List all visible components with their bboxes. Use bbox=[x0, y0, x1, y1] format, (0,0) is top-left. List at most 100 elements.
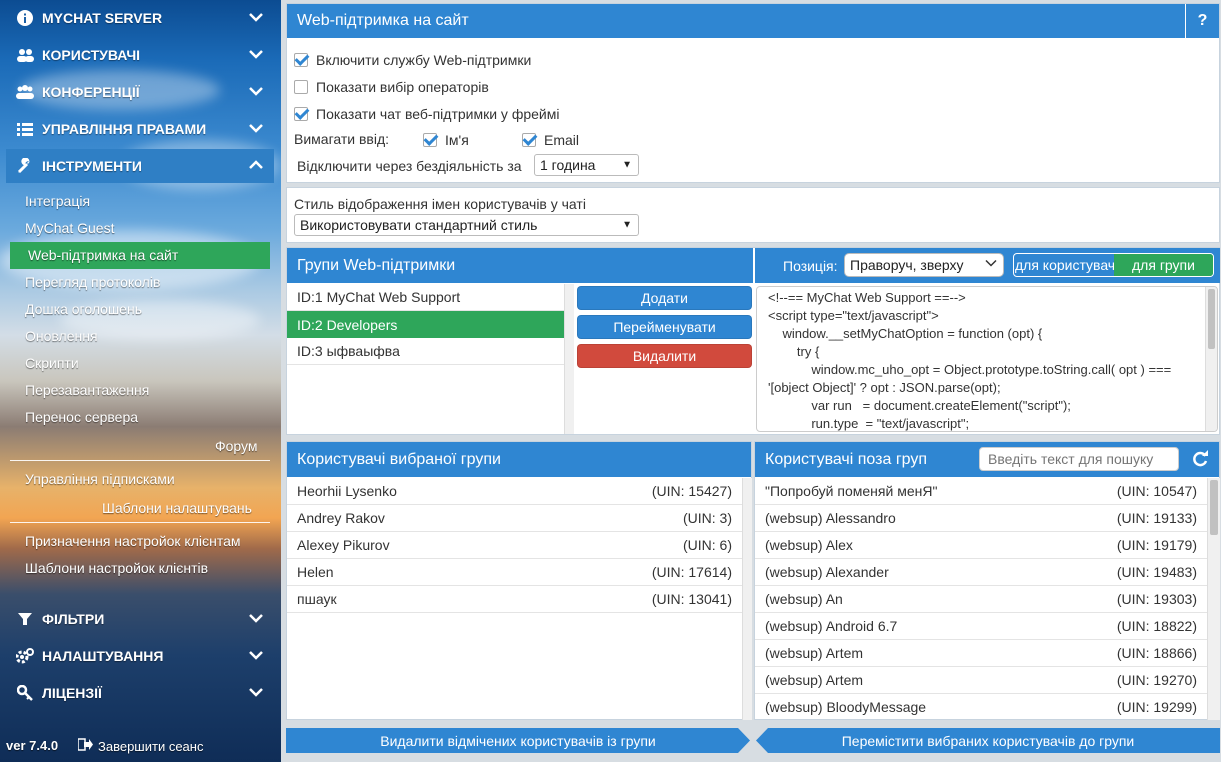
web-support-panel: Web-підтримка на сайт ? Включити службу … bbox=[286, 3, 1220, 183]
divider bbox=[10, 522, 270, 523]
require-name-row[interactable]: Ім'я bbox=[423, 132, 469, 148]
code-line: window.__setMyChatOption = function (opt… bbox=[768, 326, 1043, 341]
sidebar-item-board[interactable]: Дошка оголошень bbox=[25, 301, 142, 317]
other-users-header: Користувачі поза груп bbox=[755, 442, 1219, 477]
toggle-for-user[interactable]: для користувача bbox=[1014, 254, 1114, 276]
code-target-toggle[interactable]: для користувача для групи bbox=[1013, 253, 1214, 277]
embed-code-textarea[interactable]: <!--== MyChat Web Support ==--> <script … bbox=[756, 286, 1218, 432]
conference-icon bbox=[16, 83, 34, 101]
sidebar-item-updates[interactable]: Оновлення bbox=[25, 328, 98, 344]
chevron-down-icon bbox=[248, 611, 264, 627]
sidebar-item-integration[interactable]: Інтеграція bbox=[25, 193, 90, 209]
logout-label: Завершити сеанс bbox=[98, 738, 204, 754]
user-uin: (UIN: 18822) bbox=[1116, 618, 1197, 634]
user-uin: (UIN: 19483) bbox=[1116, 564, 1197, 580]
user-row[interactable]: Andrey Rakov (UIN: 3) bbox=[287, 505, 742, 532]
idle-label: Відключити через бездіяльність за bbox=[297, 158, 522, 174]
code-line: '[object Object]' ? opt : JSON.parse(opt… bbox=[768, 380, 1001, 395]
sidebar-section-users[interactable]: КОРИСТУВАЧІ bbox=[0, 38, 274, 72]
user-row[interactable]: Helen (UIN: 17614) bbox=[287, 559, 742, 586]
show-operators-checkbox[interactable] bbox=[294, 80, 308, 94]
search-input[interactable] bbox=[979, 447, 1179, 471]
position-bar: Позиція: Праворуч, зверху для користувач… bbox=[755, 248, 1220, 283]
group-users-panel: Користувачі вибраної групи Heorhii Lysen… bbox=[286, 441, 752, 720]
style-select-value: Використовувати стандартний стиль bbox=[300, 217, 538, 233]
group-item[interactable]: ID:3 ыфваыфва bbox=[287, 338, 564, 365]
sidebar-section-label: УПРАВЛІННЯ ПРАВАМИ bbox=[42, 121, 207, 137]
user-row[interactable]: пшаук (UIN: 13041) bbox=[287, 586, 742, 613]
user-row[interactable]: (websup) BloodyMessage (UIN: 19299) bbox=[755, 694, 1207, 720]
help-button[interactable]: ? bbox=[1185, 4, 1219, 38]
toggle-for-group[interactable]: для групи bbox=[1114, 254, 1213, 276]
user-row[interactable]: "Попробуй поменяй менЯ" (UIN: 10547) bbox=[755, 478, 1207, 505]
user-row[interactable]: (websup) Artem (UIN: 19270) bbox=[755, 667, 1207, 694]
group-item[interactable]: ID:1 MyChat Web Support bbox=[287, 284, 564, 311]
user-name: "Попробуй поменяй менЯ" bbox=[765, 483, 938, 499]
sidebar-item-web-support[interactable]: Web-підтримка на сайт bbox=[10, 242, 270, 269]
style-select[interactable]: Використовувати стандартний стиль ▼ bbox=[294, 214, 639, 236]
user-row[interactable]: (websup) Alessandro (UIN: 19133) bbox=[755, 505, 1207, 532]
user-row[interactable]: Heorhii Lysenko (UIN: 15427) bbox=[287, 478, 742, 505]
enable-support-row[interactable]: Включити службу Web-підтримки bbox=[294, 52, 531, 68]
key-icon bbox=[16, 684, 34, 702]
sidebar-section-filters[interactable]: ФІЛЬТРИ bbox=[0, 602, 274, 636]
move-to-group-button[interactable]: Перемістити вибраних користувачів до гру… bbox=[756, 728, 1220, 753]
position-select[interactable]: Праворуч, зверху bbox=[844, 253, 1004, 277]
group-users-header: Користувачі вибраної групи bbox=[287, 442, 751, 477]
sidebar-section-rights[interactable]: УПРАВЛІННЯ ПРАВАМИ bbox=[0, 112, 274, 146]
group-users-scrollbar[interactable] bbox=[742, 478, 752, 720]
sidebar-item-client-templates[interactable]: Шаблони настройок клієнтів bbox=[25, 560, 208, 576]
sidebar-section-conferences[interactable]: КОНФЕРЕНЦІЇ bbox=[0, 75, 274, 109]
delete-group-button[interactable]: Видалити bbox=[577, 344, 752, 368]
sidebar-section-settings[interactable]: НАЛАШТУВАННЯ bbox=[0, 639, 274, 673]
remove-from-group-button[interactable]: Видалити відмічених користувачів із груп… bbox=[286, 728, 750, 753]
chevron-down-icon bbox=[248, 648, 264, 664]
group-item-selected[interactable]: ID:2 Developers bbox=[287, 311, 564, 338]
sidebar-item-migrate[interactable]: Перенос сервера bbox=[25, 409, 138, 425]
user-row[interactable]: (websup) Alex (UIN: 19179) bbox=[755, 532, 1207, 559]
user-row[interactable]: (websup) Alexander (UIN: 19483) bbox=[755, 559, 1207, 586]
require-email-checkbox[interactable] bbox=[522, 133, 536, 147]
enable-support-checkbox[interactable] bbox=[294, 53, 308, 67]
code-line: try { bbox=[768, 344, 820, 359]
code-scrollbar[interactable] bbox=[1205, 287, 1217, 431]
user-row[interactable]: (websup) An (UIN: 19303) bbox=[755, 586, 1207, 613]
sidebar-item-mychat-guest[interactable]: MyChat Guest bbox=[25, 220, 114, 236]
user-row[interactable]: Alexey Pikurov (UIN: 6) bbox=[287, 532, 742, 559]
logout-link[interactable]: Завершити сеанс bbox=[77, 738, 204, 754]
sidebar-section-mychat-server[interactable]: MYCHAT SERVER bbox=[0, 1, 274, 35]
user-row[interactable]: (websup) Android 6.7 (UIN: 18822) bbox=[755, 613, 1207, 640]
other-users-title: Користувачі поза груп bbox=[765, 450, 928, 468]
info-icon bbox=[16, 9, 34, 27]
rename-group-button[interactable]: Перейменувати bbox=[577, 315, 752, 339]
groups-list: ID:1 MyChat Web Support ID:2 Developers … bbox=[287, 284, 564, 434]
sidebar-item-subscriptions[interactable]: Управління підписками bbox=[25, 471, 175, 487]
sidebar-item-protocols[interactable]: Перегляд протоколів bbox=[25, 274, 160, 290]
idle-select[interactable]: 1 година ▼ bbox=[534, 154, 639, 176]
chevron-down-icon bbox=[248, 84, 264, 100]
filter-icon bbox=[16, 610, 34, 628]
sidebar-section-tools[interactable]: ІНСТРУМЕНТИ bbox=[6, 149, 274, 183]
chevron-down-icon bbox=[248, 47, 264, 63]
sidebar-item-assign-settings[interactable]: Призначення настройок клієнтам bbox=[25, 533, 241, 549]
sidebar-section-licenses[interactable]: ЛІЦЕНЗІЇ bbox=[0, 676, 274, 710]
require-email-row[interactable]: Email bbox=[522, 132, 579, 148]
add-group-button[interactable]: Додати bbox=[577, 286, 752, 310]
sidebar-section-label: MYCHAT SERVER bbox=[42, 10, 163, 26]
user-row[interactable]: (websup) Artem (UIN: 18866) bbox=[755, 640, 1207, 667]
other-users-scrollbar[interactable] bbox=[1207, 478, 1220, 720]
sidebar-item-restart[interactable]: Перезавантаження bbox=[25, 382, 149, 398]
user-name: (websup) Android 6.7 bbox=[765, 618, 898, 634]
show-frame-row[interactable]: Показати чат веб-підтримки у фреймі bbox=[294, 106, 559, 122]
groups-scrollbar[interactable] bbox=[564, 284, 574, 434]
refresh-icon[interactable] bbox=[1191, 450, 1209, 473]
sidebar-section-label: КОРИСТУВАЧІ bbox=[42, 47, 141, 63]
chevron-down-icon bbox=[248, 10, 264, 26]
show-frame-checkbox[interactable] bbox=[294, 107, 308, 121]
code-line: var run = document.createElement("script… bbox=[768, 398, 1071, 413]
sidebar-item-scripts[interactable]: Скрипти bbox=[25, 355, 79, 371]
require-name-checkbox[interactable] bbox=[423, 133, 437, 147]
show-operators-row[interactable]: Показати вибір операторів bbox=[294, 79, 489, 95]
move-to-group-label: Перемістити вибраних користувачів до гру… bbox=[841, 732, 1135, 749]
version-label: ver 7.4.0 bbox=[6, 738, 59, 753]
